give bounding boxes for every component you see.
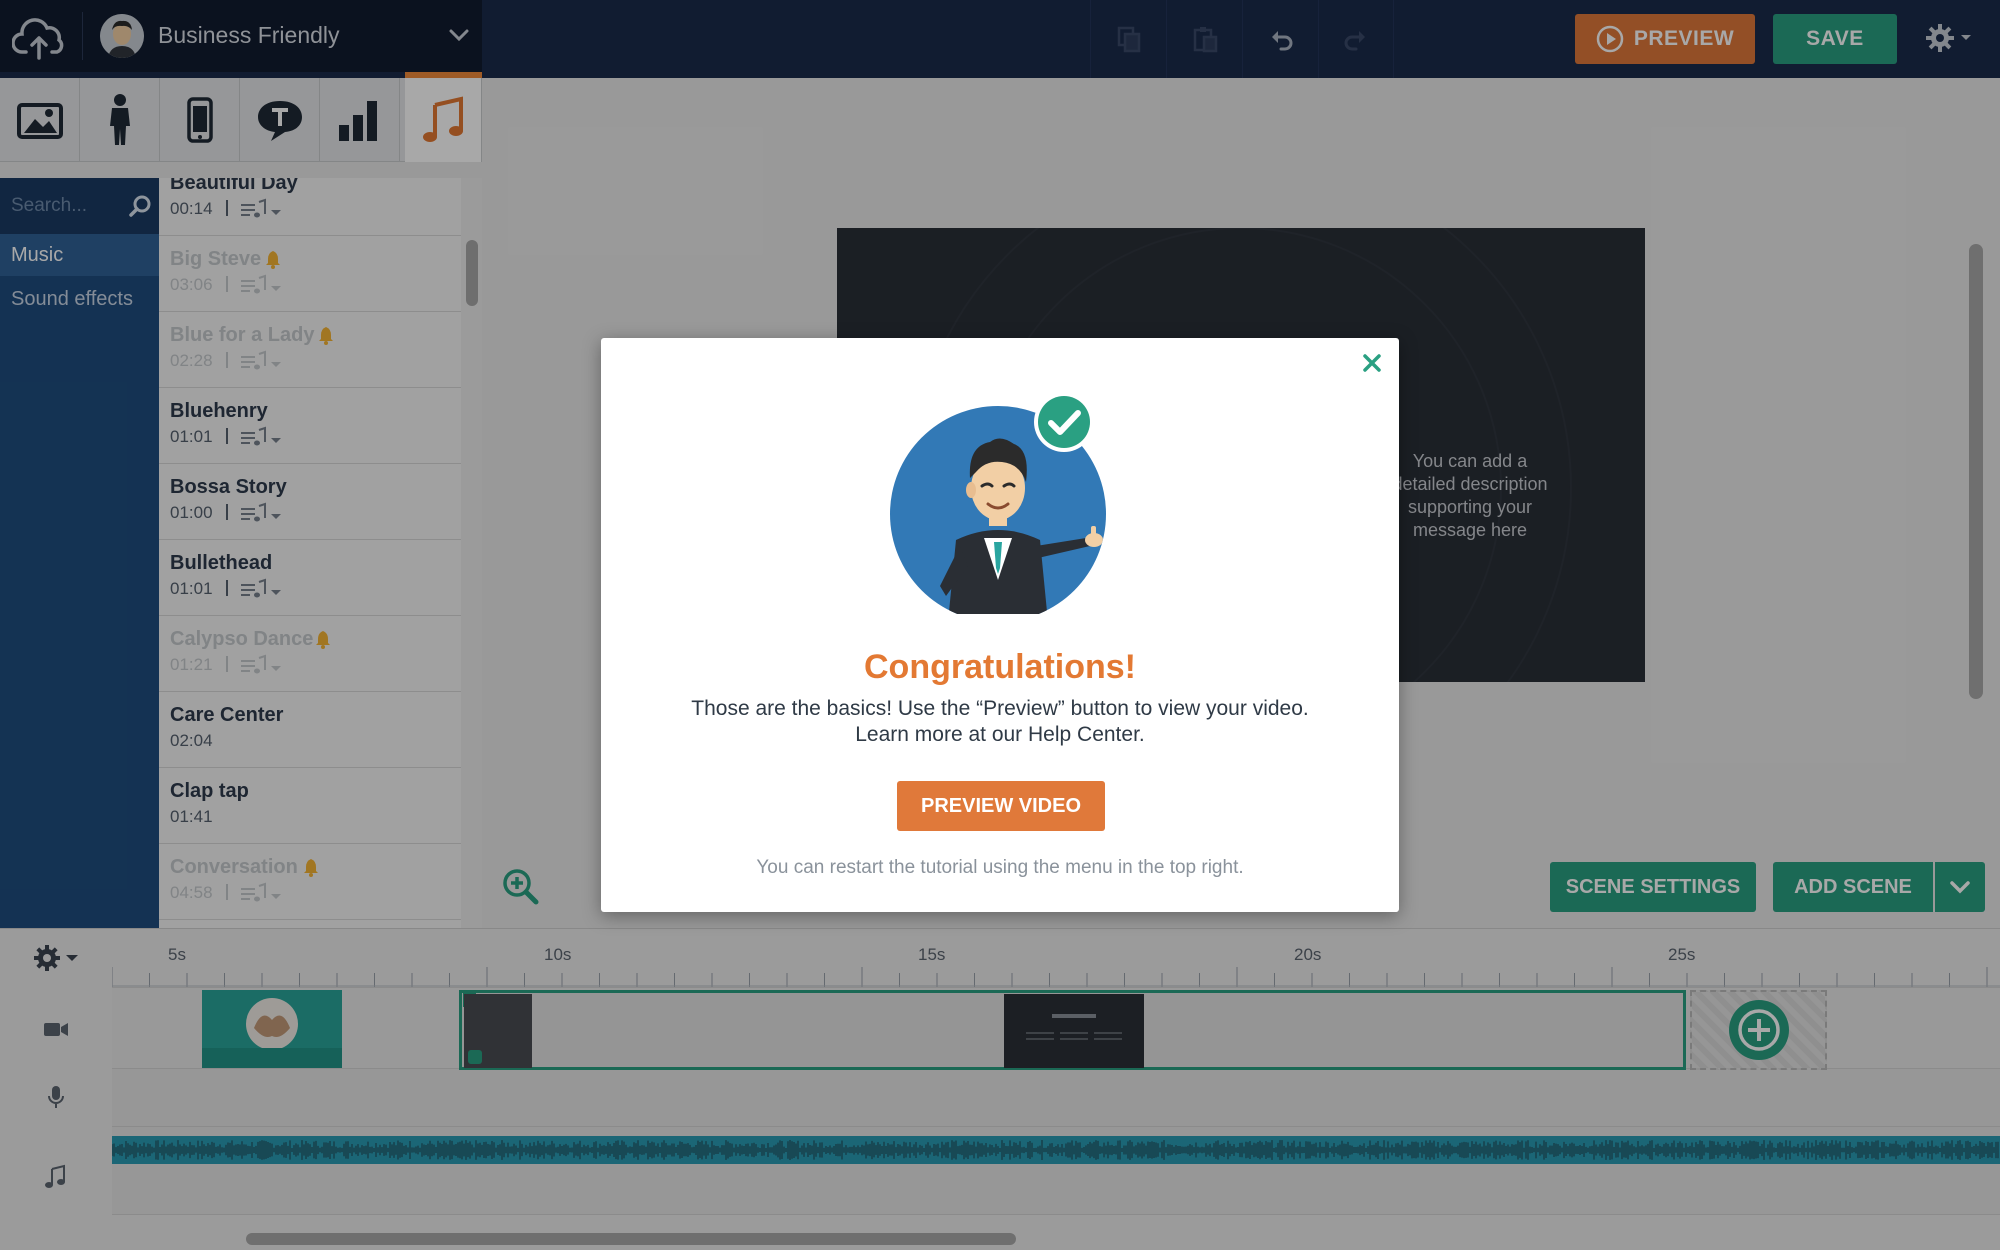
dialog-body-line: Those are the basics! Use the “Preview” … [691, 697, 1309, 720]
preview-video-label: PREVIEW VIDEO [920, 794, 1082, 817]
close-icon [1363, 354, 1381, 372]
dialog-footnote: You can restart the tutorial using the m… [756, 857, 1244, 878]
dialog-title: Congratulations! [864, 648, 1136, 686]
preview-video-button[interactable]: PREVIEW VIDEO [897, 781, 1105, 831]
help-center-text[interactable]: Learn more at our Help Center. [601, 722, 1399, 748]
close-button[interactable] [1357, 348, 1387, 378]
businessman-illustration [890, 392, 1106, 614]
tutorial-complete-dialog: Congratulations! Those are the basics! U… [601, 338, 1399, 912]
dialog-body: Those are the basics! Use the “Preview” … [601, 696, 1399, 748]
